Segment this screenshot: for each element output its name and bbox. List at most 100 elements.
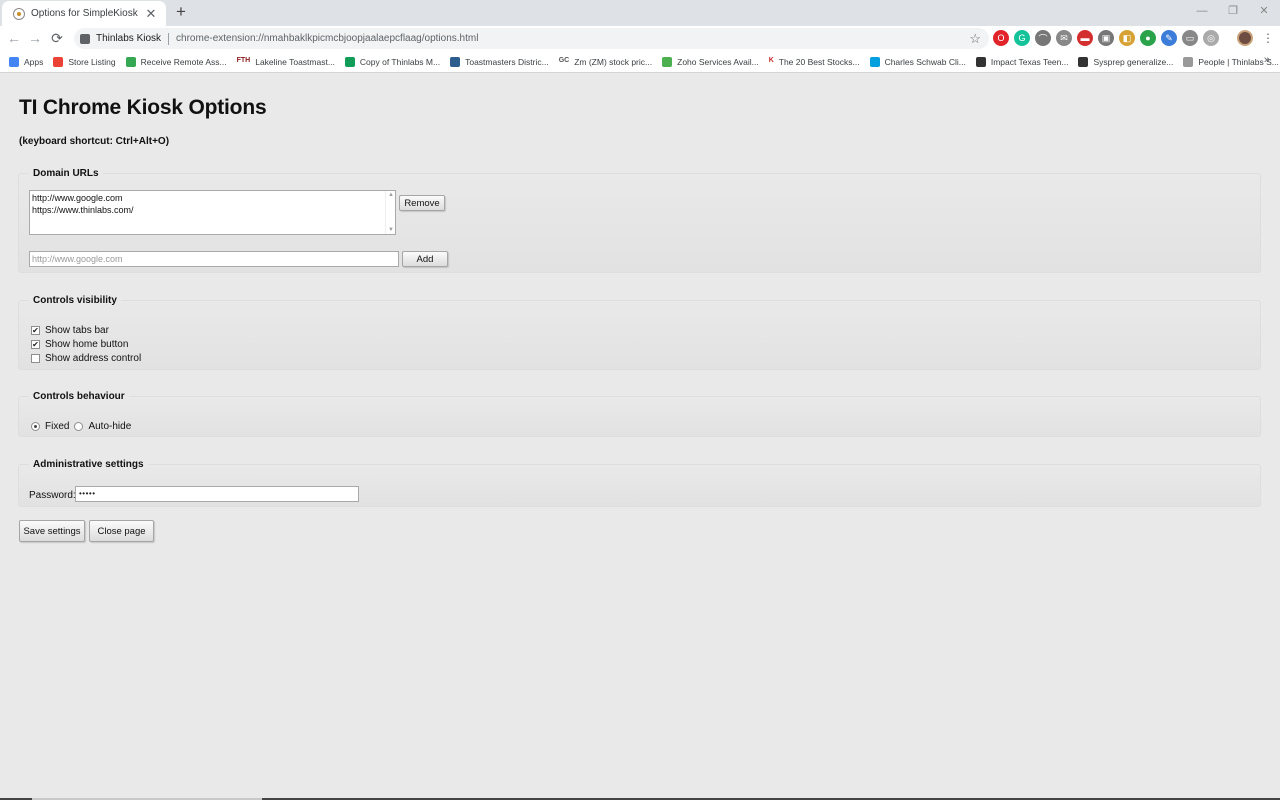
browser-menu-icon[interactable]: ⋮ xyxy=(1262,30,1274,46)
options-page: TI Chrome Kiosk Options (keyboard shortc… xyxy=(0,73,1280,800)
extension-favicon-icon xyxy=(13,8,25,20)
minimize-window-button[interactable]: — xyxy=(1187,2,1217,20)
scroll-up-icon[interactable]: ▲ xyxy=(388,192,394,198)
bookmark-star-icon[interactable]: ☆ xyxy=(969,31,981,47)
bookmark-label: Receive Remote Ass... xyxy=(141,57,227,67)
extension-7-icon[interactable]: ◧ xyxy=(1119,30,1135,46)
bookmark-item[interactable]: Impact Texas Teen... xyxy=(976,57,1069,67)
bookmark-item[interactable]: Charles Schwab Cli... xyxy=(870,57,966,67)
show-home-button-checkbox[interactable]: ✔ xyxy=(31,340,40,349)
domain-urls-legend: Domain URLs xyxy=(29,168,103,179)
new-tab-button[interactable]: + xyxy=(172,3,190,21)
extension-10-icon[interactable]: ▭ xyxy=(1182,30,1198,46)
show-address-control-label: Show address control xyxy=(45,353,141,364)
controls-visibility-legend: Controls visibility xyxy=(29,295,121,306)
restore-window-button[interactable]: ❐ xyxy=(1218,2,1248,20)
controls-visibility-section: Controls visibility ✔ Show tabs bar ✔ Sh… xyxy=(18,295,1261,370)
bookmark-favicon-icon xyxy=(345,57,355,67)
bookmark-label: Charles Schwab Cli... xyxy=(885,57,966,67)
list-item[interactable]: http://www.google.com xyxy=(32,192,393,204)
bookmark-favicon-icon xyxy=(662,57,672,67)
domain-url-list[interactable]: http://www.google.com https://www.thinla… xyxy=(29,190,396,235)
list-item[interactable]: https://www.thinlabs.com/ xyxy=(32,204,393,216)
bookmark-favicon-icon xyxy=(1078,57,1088,67)
profile-avatar[interactable] xyxy=(1237,30,1253,46)
extension-4-icon[interactable]: ✉ xyxy=(1056,30,1072,46)
extension-3-icon[interactable]: ⌒ xyxy=(1035,30,1051,46)
bookmark-item[interactable]: Store Listing xyxy=(53,57,115,67)
close-page-button[interactable]: Close page xyxy=(89,520,154,542)
extension-9-icon[interactable]: ✎ xyxy=(1161,30,1177,46)
address-url[interactable]: chrome-extension://nmahbaklkpicmcbjoopja… xyxy=(176,33,969,44)
keyboard-shortcut-hint: (keyboard shortcut: Ctrl+Alt+O) xyxy=(19,136,169,147)
bookmark-item[interactable]: Apps xyxy=(9,57,43,67)
password-label: Password: xyxy=(29,490,76,501)
domain-urls-section: Domain URLs http://www.google.com https:… xyxy=(18,168,1261,273)
bookmark-favicon-icon xyxy=(976,57,986,67)
browser-titlebar: Options for SimpleKiosk ✕ + — ❐ ✕ xyxy=(0,0,1280,26)
tab-title: Options for SimpleKiosk xyxy=(31,8,144,19)
address-bar[interactable]: Thinlabs Kiosk chrome-extension://nmahba… xyxy=(74,28,989,49)
extension-6-icon[interactable]: ▣ xyxy=(1098,30,1114,46)
bookmark-item[interactable]: Copy of Thinlabs M... xyxy=(345,57,440,67)
extension-icons: OG ⌒ ✉ ▬ ▣ ◧ ● ✎ ▭ ◎ xyxy=(993,30,1219,46)
bookmark-item[interactable]: FTHLakeline Toastmast... xyxy=(237,57,335,67)
extension-8-icon[interactable]: ● xyxy=(1140,30,1156,46)
close-window-button[interactable]: ✕ xyxy=(1249,2,1279,20)
save-settings-button[interactable]: Save settings xyxy=(19,520,85,542)
bookmark-item[interactable]: Zoho Services Avail... xyxy=(662,57,759,67)
bookmark-label: The 20 Best Stocks... xyxy=(779,57,860,67)
bookmark-label: Store Listing xyxy=(68,57,115,67)
administrative-settings-legend: Administrative settings xyxy=(29,459,148,470)
show-tabs-bar-row[interactable]: ✔ Show tabs bar xyxy=(31,325,109,336)
opera-icon[interactable]: O xyxy=(993,30,1009,46)
bookmark-favicon-icon xyxy=(1183,57,1193,67)
bookmark-item[interactable]: GC Zm (ZM) stock pric... xyxy=(559,57,652,67)
fixed-label: Fixed xyxy=(45,421,69,432)
controls-behaviour-section: Controls behaviour Fixed Auto-hide xyxy=(18,391,1261,437)
forward-button[interactable]: → xyxy=(26,29,44,47)
add-url-button[interactable]: Add xyxy=(402,251,448,267)
extension-puzzle-icon xyxy=(80,34,90,44)
bookmark-favicon-icon xyxy=(870,57,880,67)
show-home-button-label: Show home button xyxy=(45,339,128,350)
bookmark-item[interactable]: Sysprep generalize... xyxy=(1078,57,1173,67)
behaviour-options: Fixed Auto-hide xyxy=(31,421,136,432)
show-home-button-row[interactable]: ✔ Show home button xyxy=(31,339,128,350)
bookmarks-overflow-icon[interactable]: » xyxy=(1264,54,1270,66)
show-tabs-bar-checkbox[interactable]: ✔ xyxy=(31,326,40,335)
bookmark-favicon-icon xyxy=(126,57,136,67)
list-scrollbar[interactable]: ▲ ▼ xyxy=(385,191,395,234)
fixed-radio[interactable] xyxy=(31,422,40,431)
password-field[interactable]: ••••• xyxy=(75,486,359,502)
back-button[interactable]: ← xyxy=(5,29,23,47)
grammarly-icon[interactable]: G xyxy=(1014,30,1030,46)
bookmark-label: Toastmasters Distric... xyxy=(465,57,549,67)
show-address-control-row[interactable]: Show address control xyxy=(31,353,141,364)
new-url-input[interactable]: http://www.google.com xyxy=(29,251,399,267)
scroll-down-icon[interactable]: ▼ xyxy=(388,227,394,233)
bookmark-label: Zm (ZM) stock pric... xyxy=(574,57,652,67)
bookmark-favicon-icon xyxy=(450,57,460,67)
bookmark-item[interactable]: KThe 20 Best Stocks... xyxy=(769,57,860,67)
bookmark-favicon-icon xyxy=(53,57,63,67)
show-address-control-checkbox[interactable] xyxy=(31,354,40,363)
bookmarks-bar: Apps Store Listing Receive Remote Ass... FT… xyxy=(0,51,1280,73)
bookmark-label: Lakeline Toastmast... xyxy=(255,57,335,67)
close-tab-icon[interactable]: ✕ xyxy=(144,7,158,21)
auto-hide-radio[interactable] xyxy=(74,422,83,431)
bookmark-favicon-icon xyxy=(9,57,19,67)
show-tabs-bar-label: Show tabs bar xyxy=(45,325,109,336)
controls-behaviour-legend: Controls behaviour xyxy=(29,391,129,402)
extension-11-icon[interactable]: ◎ xyxy=(1203,30,1219,46)
bookmark-item[interactable]: Receive Remote Ass... xyxy=(126,57,227,67)
bookmark-label: Sysprep generalize... xyxy=(1093,57,1173,67)
browser-tab[interactable]: Options for SimpleKiosk ✕ xyxy=(2,1,166,26)
address-separator xyxy=(168,33,169,45)
extension-5-icon[interactable]: ▬ xyxy=(1077,30,1093,46)
bookmark-favicon-icon: GC xyxy=(559,57,570,67)
bookmark-label: Copy of Thinlabs M... xyxy=(360,57,440,67)
bookmark-item[interactable]: Toastmasters Distric... xyxy=(450,57,549,67)
remove-url-button[interactable]: Remove xyxy=(399,195,445,211)
reload-button[interactable]: ⟳ xyxy=(48,29,66,47)
